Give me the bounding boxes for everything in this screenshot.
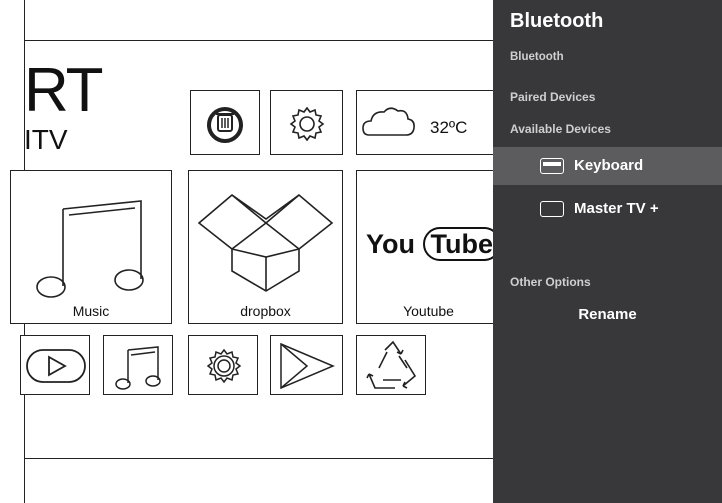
rename-button[interactable]: Rename (493, 306, 722, 323)
music-small-tile[interactable] (103, 335, 173, 395)
settings-tile[interactable] (270, 90, 343, 155)
other-options-heading: Other Options (510, 275, 591, 289)
settings-small-tile[interactable] (188, 335, 258, 395)
dropbox-icon (197, 193, 334, 292)
bluetooth-panel: Bluetooth Bluetooth Paired Devices Avail… (493, 0, 722, 503)
divider-top (24, 40, 493, 41)
cloud-icon (362, 107, 415, 136)
device-master-tv-label: Master TV + (574, 200, 659, 217)
tv-home-screen: RT ITV 32ºC Music dropbox You Tube Youtu… (0, 0, 493, 503)
recycle-tile[interactable] (356, 335, 426, 395)
brand-subtitle: ITV (24, 124, 68, 155)
play-store-icon (280, 342, 335, 390)
dropbox-tile[interactable]: dropbox (188, 170, 343, 324)
tv-icon (540, 201, 564, 217)
brand-logo-text: RT (24, 56, 104, 125)
available-devices-item[interactable]: Available Devices (510, 122, 611, 136)
weather-tile[interactable]: 32ºC (356, 90, 493, 155)
device-keyboard-label: Keyboard (574, 157, 644, 174)
play-circle-icon (26, 349, 86, 383)
keyboard-icon (540, 158, 564, 174)
dropbox-label: dropbox (240, 303, 291, 319)
recycle-icon (366, 340, 417, 389)
cleaner-tile[interactable] (190, 90, 260, 155)
device-keyboard[interactable]: Keyboard (493, 147, 722, 185)
bluetooth-toggle-item[interactable]: Bluetooth (510, 51, 564, 63)
youtube-tile[interactable]: You Tube Youtube (356, 170, 493, 324)
youtube-logo-you: You (366, 229, 415, 259)
settings-gear-small-icon (206, 348, 242, 384)
play-store-tile[interactable] (270, 335, 343, 395)
music-label: Music (72, 303, 110, 319)
music-notes-icon (36, 200, 144, 298)
panel-title: Bluetooth (510, 10, 604, 32)
divider-bottom (24, 458, 493, 459)
music-tile[interactable]: Music (10, 170, 172, 324)
youtube-logo-tube: Tube (422, 227, 493, 261)
device-master-tv[interactable]: Master TV + (493, 190, 722, 228)
weather-temperature: 32ºC (430, 118, 468, 137)
music-notes-small-icon (115, 346, 161, 390)
youtube-logo-icon: You Tube (366, 227, 493, 261)
video-player-tile[interactable] (20, 335, 90, 395)
youtube-label: Youtube (403, 303, 454, 319)
cleaner-icon (207, 107, 243, 143)
paired-devices-item[interactable]: Paired Devices (510, 90, 595, 104)
settings-gear-icon (289, 106, 325, 142)
